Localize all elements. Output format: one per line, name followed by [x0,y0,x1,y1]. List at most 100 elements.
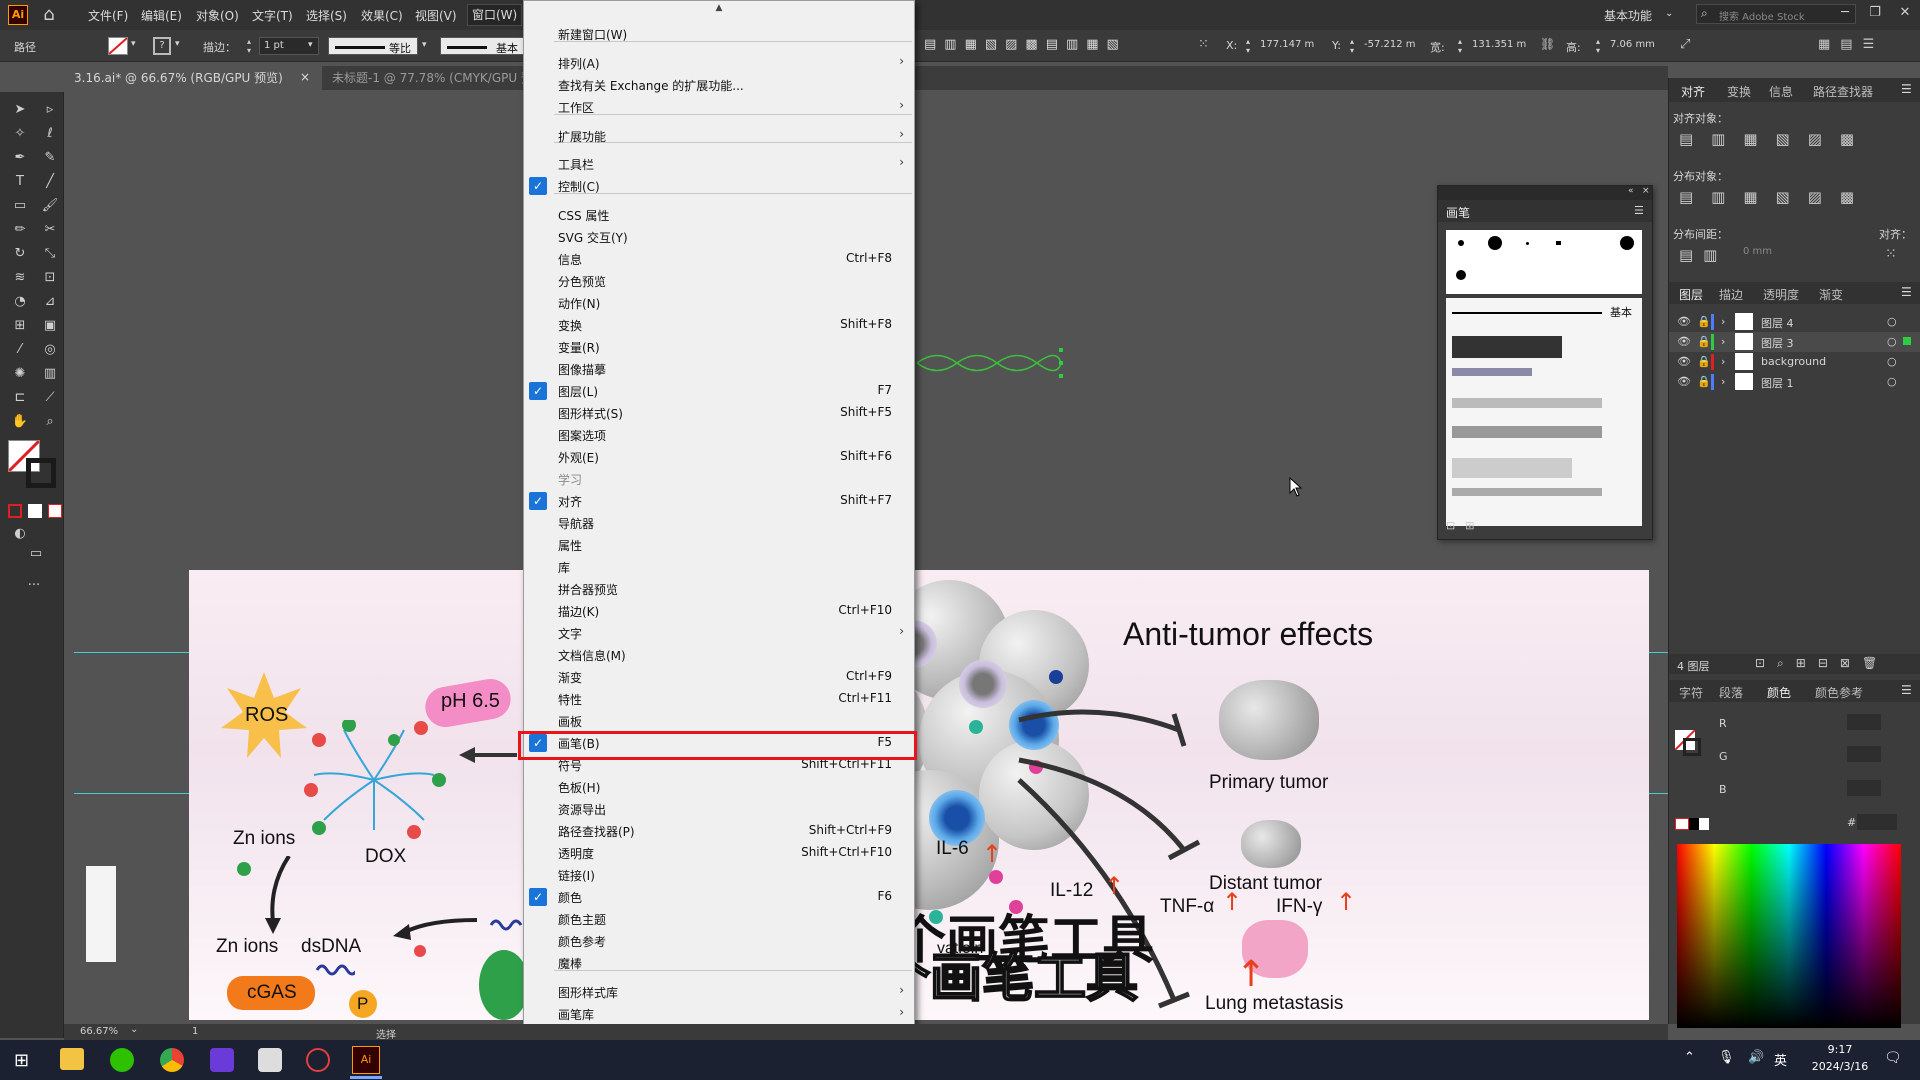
tab-info[interactable]: 信息 [1769,83,1793,100]
tab-gradient[interactable]: 渐变 [1819,286,1843,303]
rectangle-tool-icon[interactable]: ▭ [10,196,30,216]
selection-tool-icon[interactable]: ➤ [10,100,30,120]
spacing-input[interactable]: 0 mm [1743,246,1809,264]
shape-builder-tool-icon[interactable]: ◔ [10,292,30,312]
reference-point-icon[interactable]: ⁙ [1198,37,1216,55]
chevron-right-icon[interactable]: › [1721,375,1725,388]
paintbrush-tool-icon[interactable]: 🖌 [40,196,60,216]
menu-item[interactable]: 图像描摹 [524,358,914,380]
menu-item[interactable]: 文字 › [524,622,914,644]
menu-item[interactable]: 颜色主题 [524,908,914,930]
app-icon[interactable] [258,1048,282,1072]
stroke-weight-chevron-icon[interactable]: ▾ [308,40,313,50]
menu-item[interactable]: 变量(R) [524,336,914,358]
draw-normal-icon[interactable]: ◐ [10,524,30,544]
lock-icon[interactable]: 🔒 [1697,375,1711,388]
menu-item[interactable]: 变换 Shift+F8 [524,314,914,336]
pencil-tool-icon[interactable]: ✏ [10,220,30,240]
menu-item[interactable]: 扩展功能 › [524,125,914,147]
menu-item[interactable]: 画板 [524,710,914,732]
menu-item[interactable]: 颜色参考 [524,930,914,952]
app-icon[interactable] [210,1048,234,1072]
menu-item[interactable]: ✓ 图层(L) F7 [524,380,914,402]
layer-name[interactable]: 图层 4 [1761,315,1794,331]
free-transform-tool-icon[interactable]: ⊡ [40,268,60,288]
lock-icon[interactable]: 🔒 [1697,335,1711,348]
input-method-indicator[interactable]: 英 [1774,1050,1787,1069]
zoom-tool-icon[interactable]: ⌕ [40,412,60,432]
collapse-icon[interactable]: « [1628,186,1634,196]
menu-item[interactable]: 查找有关 Exchange 的扩展功能... [524,74,914,96]
menu-item[interactable]: 导航器 [524,512,914,534]
variable-width-profile[interactable]: 等比 [328,37,418,55]
illustrator-taskbar-icon[interactable]: Ai [352,1046,380,1074]
tray-chevron-icon[interactable]: ⌃ [1684,1050,1695,1065]
notification-icon[interactable]: 🗨 [1884,1050,1902,1066]
b-input[interactable] [1847,780,1881,796]
gradient-mode-icon[interactable] [28,504,42,518]
slice-tool-icon[interactable]: ⟋ [40,388,60,408]
scale-tool-icon[interactable]: ⤡ [40,244,60,264]
lasso-tool-icon[interactable]: ℓ [40,124,60,144]
tab-stroke[interactable]: 描边 [1719,286,1743,303]
menu-item[interactable]: 魔棒 [524,952,914,974]
menu-edit[interactable]: 编辑(E) [141,7,182,24]
panel-menu-icon[interactable]: ☰ [1901,683,1912,697]
lock-icon[interactable]: 🔒 [1697,315,1711,328]
layer-name[interactable]: 图层 1 [1761,375,1794,391]
layer-name[interactable]: 图层 3 [1761,335,1794,351]
menu-item[interactable]: 信息 Ctrl+F8 [524,248,914,270]
windows-start-icon[interactable]: ⊞ [14,1050,29,1071]
menu-item[interactable]: 特性 Ctrl+F11 [524,688,914,710]
menu-item[interactable]: SVG 交互(Y) [524,226,914,248]
tab-color-guide[interactable]: 颜色参考 [1815,684,1863,701]
brush-swatches-grid[interactable] [1446,230,1642,294]
width-stepper[interactable]: ▴ ▾ [1458,37,1462,55]
panel-menu-icon[interactable]: ☰ [1634,204,1644,217]
distribute-objects-buttons[interactable]: ▤▥▦▧▨▩ [1679,188,1872,206]
menu-item[interactable]: ✓ 控制(C) [524,175,914,197]
brush-list[interactable]: 基本 [1446,298,1642,526]
perspective-grid-tool-icon[interactable]: ⊿ [40,292,60,312]
fill-swatch[interactable] [108,37,128,55]
workspace-switcher[interactable]: 基本功能 [1604,7,1652,24]
y-stepper[interactable]: ▴ ▾ [1350,37,1354,55]
zoom-slider-thumb[interactable] [86,866,116,962]
restore-icon[interactable]: ❐ [1866,5,1884,20]
constrain-proportions-icon[interactable]: ⛓ [1540,37,1555,51]
close-icon[interactable]: ✕ [1896,5,1914,20]
menu-item[interactable]: 色板(H) [524,776,914,798]
tab-color[interactable]: 颜色 [1767,684,1791,701]
menu-item[interactable]: 学习 [524,468,914,490]
artboard-tool-icon[interactable]: ⊏ [10,388,30,408]
stroke-color-icon[interactable] [26,458,56,488]
selected-brush-path[interactable] [915,346,1065,380]
menu-item[interactable]: 外观(E) Shift+F6 [524,446,914,468]
menu-item[interactable]: 描边(K) Ctrl+F10 [524,600,914,622]
panel-menu-icon[interactable]: ☰ [1901,285,1912,299]
menu-item[interactable]: 链接(I) [524,864,914,886]
fill-chevron-icon[interactable]: ▾ [131,39,136,49]
menu-item[interactable]: ✓ 颜色 F6 [524,886,914,908]
menu-item[interactable]: 工具栏 › [524,153,914,175]
symbol-sprayer-tool-icon[interactable]: ✺ [10,364,30,384]
menu-view[interactable]: 视图(V) [415,7,457,24]
x-input[interactable]: 177.147 m [1258,37,1324,55]
type-tool-icon[interactable]: T [10,172,30,192]
height-stepper[interactable]: ▴ ▾ [1596,37,1600,55]
wechat-icon[interactable] [110,1048,134,1072]
chevron-right-icon[interactable]: › [1721,335,1725,348]
zoom-chevron-icon[interactable]: ⌄ [130,1024,138,1035]
screen-mode-icon[interactable]: ▭ [24,544,48,564]
tab-transform[interactable]: 变换 [1727,83,1751,100]
align-objects-buttons[interactable]: ▤▥▦▧▨▩ [1679,130,1872,148]
chevron-right-icon[interactable]: › [1721,355,1725,368]
layer-actions-icons[interactable]: ⊡⌕⊞⊟⊠🗑 [1755,656,1889,671]
menu-window[interactable]: 窗口(W) [467,4,523,26]
curvature-tool-icon[interactable]: ✎ [40,148,60,168]
color-spectrum[interactable] [1677,844,1901,1028]
layer-name[interactable]: background [1761,355,1826,368]
profile-chevron-icon[interactable]: ▾ [422,40,427,50]
magic-wand-tool-icon[interactable]: ✧ [10,124,30,144]
tab-document-1[interactable]: 3.16.ai* @ 66.67% (RGB/GPU 预览) [64,66,322,90]
